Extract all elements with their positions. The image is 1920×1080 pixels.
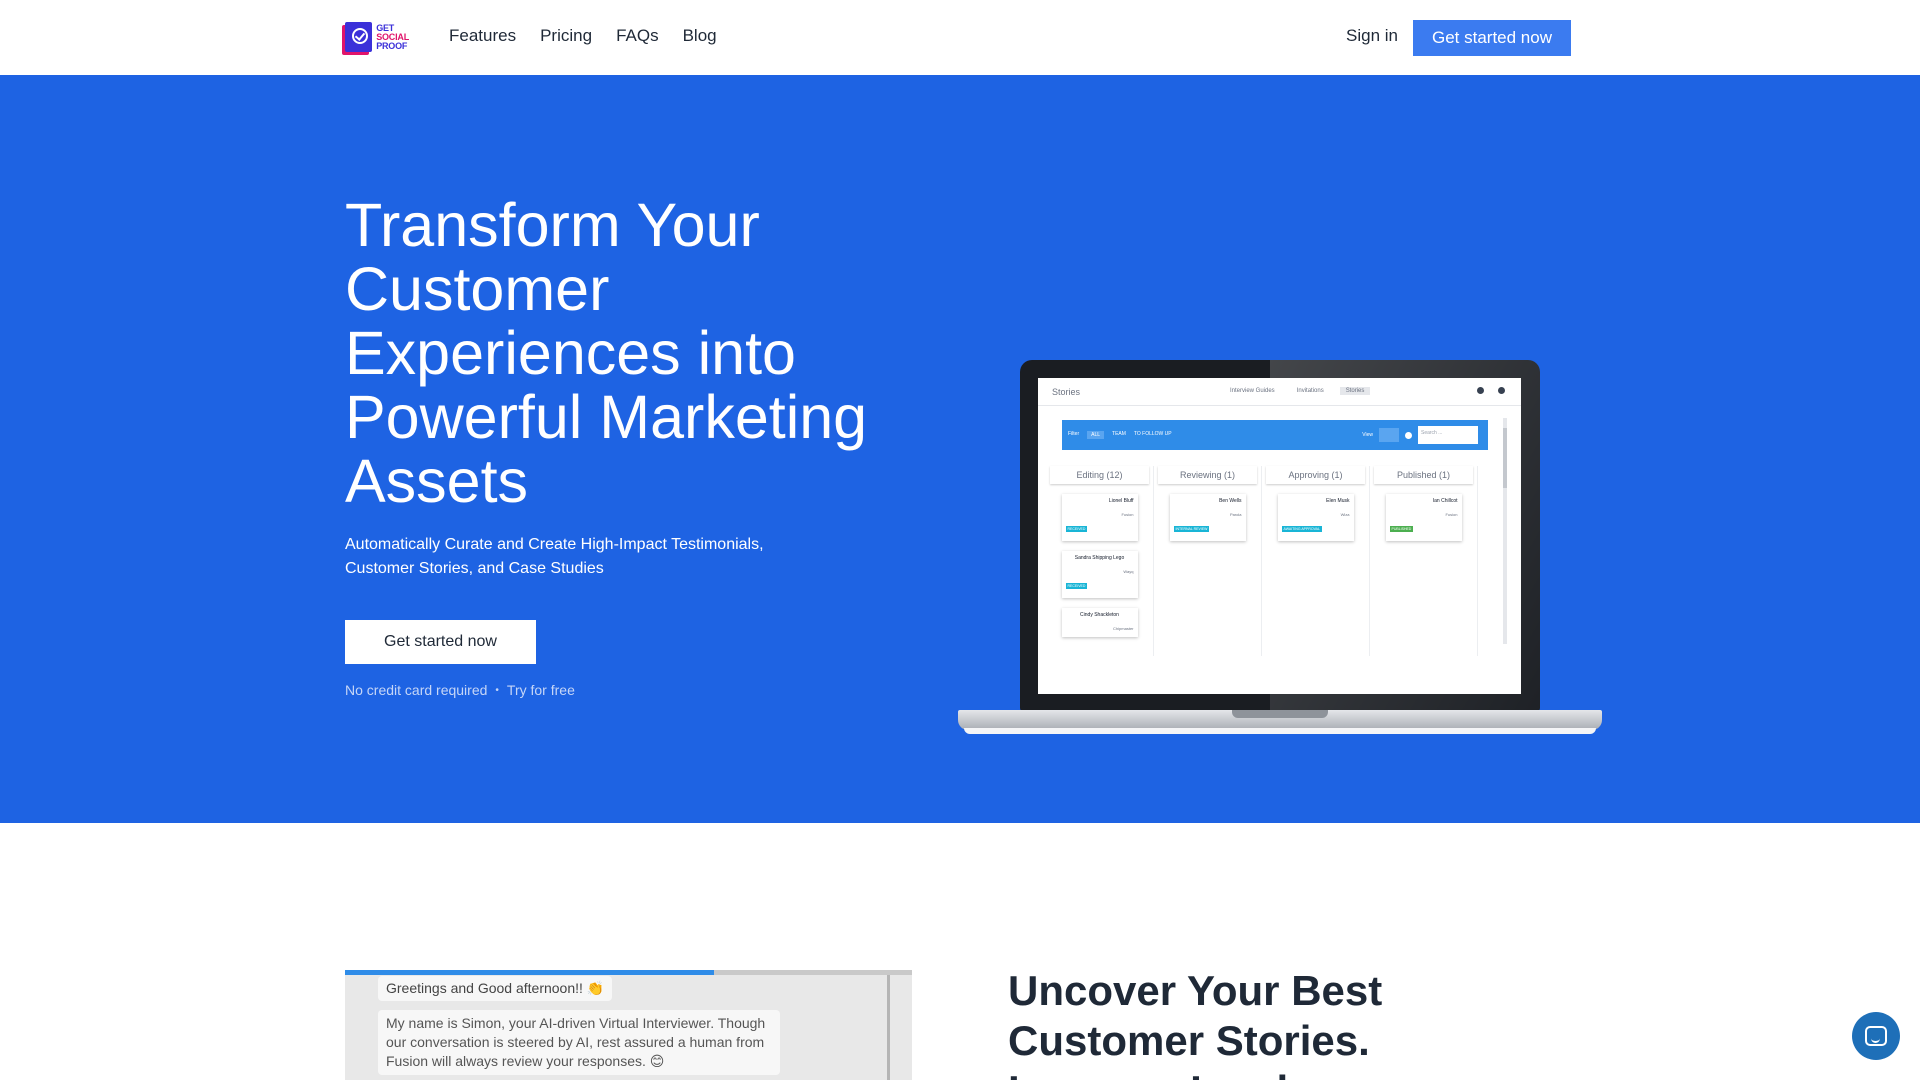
story-card: Sandra Shipping Lego Wayq RECEIVED	[1061, 551, 1138, 598]
logo[interactable]: GET SOCIAL PROOF	[345, 20, 409, 54]
story-card: Ian Chillcot Fusion PUBLISHED	[1385, 494, 1462, 541]
interview-chat-preview: Greetings and Good afternoon!! 👏 My name…	[345, 970, 912, 1080]
filter-team: TEAM	[1112, 431, 1126, 437]
column-title: Editing (12)	[1050, 466, 1149, 484]
filter-follow-up: TO FOLLOW UP	[1133, 431, 1172, 437]
card-company: Chipmaster	[1113, 626, 1134, 631]
card-status-tag: RECEIVED	[1065, 583, 1088, 589]
card-company: Wiza	[1340, 512, 1350, 517]
card-company: Wayq	[1123, 569, 1134, 574]
progress-fill	[345, 970, 714, 975]
card-name: Ian Chillcot	[1432, 498, 1458, 504]
no-credit-card-note: No credit card required	[345, 682, 488, 698]
tab-stories: Stories	[1339, 387, 1371, 395]
user-filter-icon	[1405, 431, 1412, 439]
column-title: Published (1)	[1374, 466, 1473, 484]
card-company: Fusion	[1445, 512, 1458, 517]
bell-icon	[1477, 387, 1484, 394]
hero-subtitle: Automatically Curate and Create High-Imp…	[345, 536, 764, 577]
story-card: Elen Musk Wiza AWAITING APPROVAL	[1277, 494, 1354, 541]
chat-icon	[1865, 1026, 1887, 1046]
hero-note: No credit card required • Try for free	[345, 682, 575, 700]
chat-greeting-bubble: Greetings and Good afternoon!! 👏	[378, 976, 613, 1001]
tab-invitations: Invitations	[1296, 388, 1324, 394]
kanban-column-editing: Editing (12) Lionel Bluff Fusion RECEIVE…	[1046, 466, 1154, 656]
card-company: Fusion	[1121, 512, 1134, 517]
stories-toolbar: Filter ALL TEAM TO FOLLOW UP View Search…	[1062, 420, 1488, 450]
section-title: Uncover Your Best Customer Stories. Incr…	[1008, 967, 1383, 1080]
interview-progress-bar	[345, 970, 912, 975]
nav-link-pricing[interactable]: Pricing	[540, 26, 592, 46]
nav-links: Features Pricing FAQs Blog	[449, 26, 717, 46]
story-card: Lionel Bluff Fusion RECEIVED	[1061, 494, 1138, 541]
column-title: Reviewing (1)	[1158, 466, 1257, 484]
kanban-board: Editing (12) Lionel Bluff Fusion RECEIVE…	[1046, 466, 1496, 656]
hero-section: Transform Your Customer Experiences into…	[0, 75, 1920, 823]
app-title: Stories	[1052, 387, 1081, 397]
kanban-column-published: Published (1) Ian Chillcot Fusion PUBLIS…	[1370, 466, 1478, 656]
card-status-tag: AWAITING APPROVAL	[1281, 526, 1322, 532]
column-title: Approving (1)	[1266, 466, 1365, 484]
hero-title: Transform Your Customer Experiences into…	[345, 191, 868, 515]
nav-link-features[interactable]: Features	[449, 26, 516, 46]
sign-in-link[interactable]: Sign in	[1346, 26, 1398, 46]
laptop-notch	[1232, 710, 1328, 718]
nav-link-faqs[interactable]: FAQs	[616, 26, 659, 46]
nav-get-started-button[interactable]: Get started now	[1413, 20, 1571, 56]
board-view-icon	[1379, 428, 1399, 442]
card-name: Cindy Shackleton	[1080, 612, 1119, 618]
card-name: Elen Musk	[1326, 498, 1350, 504]
story-card: Cindy Shackleton Chipmaster	[1061, 608, 1138, 637]
card-name: Sandra Shipping Lego	[1074, 555, 1125, 561]
app-header-icons	[1477, 387, 1505, 394]
filter-label: Filter	[1068, 431, 1080, 437]
user-icon	[1498, 387, 1505, 394]
logo-check-icon	[345, 22, 373, 52]
logo-line-3: PROOF	[376, 40, 408, 51]
chat-scrollbar	[887, 975, 890, 1080]
kanban-column-reviewing: Reviewing (1) Ben Wells Parola INTERNAL …	[1154, 466, 1262, 656]
nav-link-blog[interactable]: Blog	[683, 26, 717, 46]
app-header: Stories Interview Guides Invitations Sto…	[1038, 378, 1521, 406]
card-company: Parola	[1229, 512, 1242, 517]
top-nav: GET SOCIAL PROOF Features Pricing FAQs B…	[0, 0, 1920, 75]
chat-intro-bubble: My name is Simon, your AI-driven Virtual…	[378, 1010, 780, 1075]
card-name: Ben Wells	[1219, 498, 1242, 504]
mini-search-field: Search ...	[1418, 426, 1478, 444]
app-tabs: Interview Guides Invitations Stories	[1224, 387, 1371, 395]
filter-chips: Filter ALL TEAM TO FOLLOW UP	[1068, 431, 1172, 439]
note-separator: •	[495, 685, 499, 696]
card-status-tag: RECEIVED	[1065, 526, 1088, 532]
card-name: Lionel Bluff	[1108, 498, 1134, 504]
hero-get-started-button[interactable]: Get started now	[345, 620, 536, 664]
chat-launcher-button[interactable]	[1852, 1012, 1900, 1060]
toolbar-right: View Search ...	[1362, 426, 1478, 444]
kanban-column-approving: Approving (1) Elen Musk Wiza AWAITING AP…	[1262, 466, 1370, 656]
laptop-screen: Stories Interview Guides Invitations Sto…	[1038, 378, 1521, 694]
laptop-mockup: Stories Interview Guides Invitations Sto…	[958, 360, 1602, 740]
story-card: Ben Wells Parola INTERNAL REVIEW	[1169, 494, 1246, 541]
logo-text: GET SOCIAL PROOF	[376, 23, 409, 51]
screen-scrollbar	[1503, 418, 1507, 644]
tab-interview-guides: Interview Guides	[1230, 388, 1275, 394]
filter-all: ALL	[1087, 431, 1105, 439]
laptop-foot	[964, 728, 1596, 734]
view-label: View	[1362, 432, 1373, 438]
try-free-note: Try for free	[506, 682, 575, 698]
card-status-tag: PUBLISHED	[1389, 526, 1414, 532]
card-status-tag: INTERNAL REVIEW	[1173, 526, 1210, 532]
